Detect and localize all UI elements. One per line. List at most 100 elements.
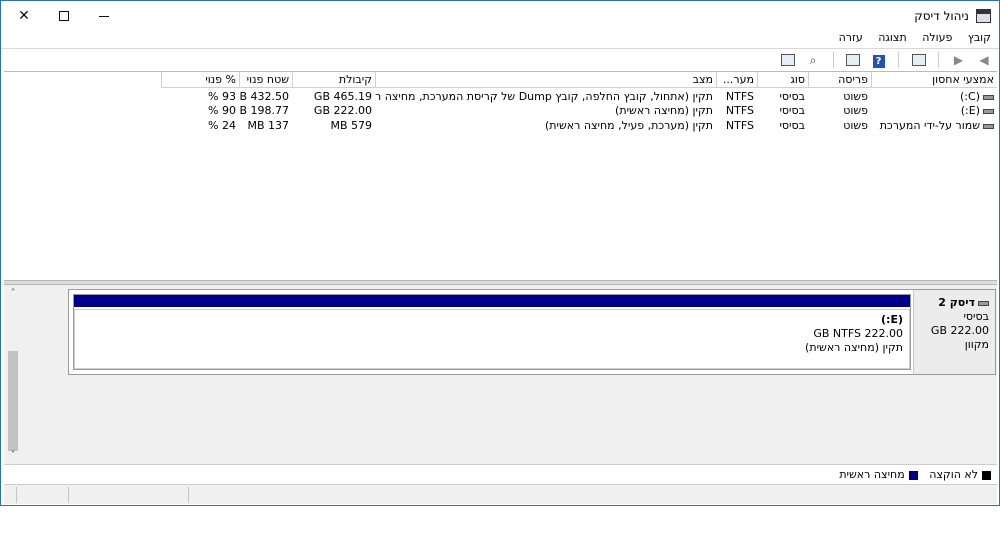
- menu-file[interactable]: קובץ: [968, 30, 991, 46]
- volume-type: בסיסי: [779, 90, 805, 103]
- legend-label: לא הוקצה: [929, 468, 978, 481]
- partition-status: תקין (מחיצה ראשית): [805, 341, 903, 354]
- console-tree-icon: [911, 54, 926, 66]
- volume-status: תקין (מערכת, פעיל, מחיצה ראשית): [544, 119, 713, 132]
- magnifier-icon: ⌕: [809, 53, 817, 67]
- column-header-status[interactable]: מצב: [375, 72, 716, 88]
- menu-bar: קובץ פעולה תצוגה עזרה: [1, 30, 999, 48]
- partition-block[interactable]: (E:) 222.00 GB NTFS תקין (מחיצה ראשית): [73, 294, 911, 370]
- disk-name-line: דיסק 2: [914, 296, 989, 310]
- volume-percent-free: 90 %: [208, 104, 236, 117]
- legend-swatch-primary: [908, 470, 918, 480]
- volume-status: תקין (מחיצה ראשית): [615, 104, 713, 117]
- show-list-button[interactable]: [779, 52, 797, 68]
- legend-label: מחיצה ראשית: [839, 468, 905, 481]
- disk-row: דיסק 2 בסיסי 222.00 GB מקוון (E:) 222.00…: [68, 289, 996, 375]
- title-bar: ✕ ניהול דיסק: [1, 1, 999, 31]
- column-header-type[interactable]: סוג: [757, 72, 808, 88]
- volume-free-space: 137 MB: [247, 119, 289, 132]
- properties-button[interactable]: [844, 52, 862, 68]
- volume-name-label: (E:): [960, 104, 980, 117]
- volume-filesystem: NTFS: [725, 119, 754, 132]
- disk-state: מקוון: [964, 338, 989, 351]
- volume-list: אמצעי אחסון פריסה סוג מער... מצב קיבולת …: [4, 71, 997, 281]
- legend-unallocated: לא הוקצה: [929, 465, 991, 485]
- volume-percent-free: 93 %: [208, 90, 236, 103]
- chevron-up-icon: ˄: [10, 288, 16, 299]
- toolbar-separator: [898, 52, 899, 68]
- volume-free-space: 432.50 GB: [239, 90, 289, 103]
- menu-help[interactable]: עזרה: [839, 30, 863, 46]
- list-view-icon: [780, 54, 795, 66]
- legend-swatch-unallocated: [982, 470, 991, 480]
- volume-filesystem: NTFS: [725, 90, 754, 103]
- volume-name[interactable]: (C:): [871, 90, 997, 104]
- status-divider: [68, 487, 69, 503]
- window-title: ניהול דיסק: [914, 9, 969, 23]
- volume-filesystem: NTFS: [725, 104, 754, 117]
- column-header-volume[interactable]: אמצעי אחסון: [871, 72, 997, 88]
- scroll-down-button[interactable]: ˅: [6, 449, 20, 463]
- column-header-free-space[interactable]: שטח פנוי: [239, 72, 292, 88]
- disk-name: דיסק 2: [938, 296, 975, 309]
- maximize-icon: [59, 11, 69, 21]
- toolbar: ◀ ▶ ? ⌕: [1, 48, 999, 71]
- volume-layout: פשוט: [843, 119, 868, 132]
- status-divider: [16, 487, 17, 503]
- partition-size: 222.00 GB NTFS: [813, 327, 903, 340]
- volume-free-space: 198.77 GB: [239, 104, 289, 117]
- volume-percent-free: 24 %: [208, 119, 236, 132]
- console-tree-button[interactable]: [910, 52, 928, 68]
- column-header-filesystem[interactable]: מער...: [716, 72, 757, 88]
- properties-icon: [846, 54, 860, 66]
- disk-graphical-view: ˄ ˅ דיסק 2 בסיסי 222.00 GB מקוון (E:) 22…: [4, 285, 997, 467]
- volume-name-label: (C:): [960, 90, 980, 103]
- menu-view[interactable]: תצוגה: [878, 30, 906, 46]
- chevron-down-icon: ˅: [10, 450, 16, 461]
- volume-icon: [983, 123, 994, 129]
- toolbar-separator: [832, 52, 834, 68]
- scroll-up-button[interactable]: ˄: [6, 287, 20, 301]
- menu-action[interactable]: פעולה: [922, 30, 952, 46]
- vertical-scrollbar[interactable]: ˄ ˅: [6, 287, 20, 463]
- volume-name-label: שמור על-ידי המערכת: [879, 119, 980, 132]
- disk-management-window: ✕ ניהול דיסק קובץ פעולה תצוגה עזרה ◀ ▶ ?…: [0, 0, 1000, 506]
- volume-icon: [983, 94, 994, 100]
- minimize-button[interactable]: [81, 1, 127, 31]
- primary-partition-bar: [74, 295, 910, 307]
- disk-label[interactable]: דיסק 2 בסיסי 222.00 GB מקוון: [913, 290, 995, 374]
- partition-name: (E:): [881, 313, 903, 326]
- rescan-disks-button[interactable]: ⌕: [804, 52, 822, 68]
- volume-layout: פשוט: [843, 104, 868, 117]
- volume-type: בסיסי: [779, 119, 805, 132]
- status-divider: [188, 487, 189, 503]
- volume-name[interactable]: (E:): [871, 104, 997, 118]
- volume-capacity: 579 MB: [330, 119, 372, 132]
- arrow-left-icon: ◀: [979, 53, 989, 67]
- volume-type: בסיסי: [779, 104, 805, 117]
- status-bar: [4, 484, 997, 504]
- arrow-right-icon: ▶: [953, 53, 964, 67]
- column-header-percent-free[interactable]: % פנוי: [161, 72, 239, 88]
- volume-icon: [983, 108, 994, 114]
- column-header-layout[interactable]: פריסה: [808, 72, 871, 88]
- volume-status: תקין (אתחול, קובץ החלפה, קובץ Dump של קר…: [375, 90, 713, 103]
- help-icon: ?: [872, 55, 885, 68]
- disk-management-app-icon: [976, 9, 991, 23]
- legend: לא הוקצה מחיצה ראשית: [4, 464, 997, 484]
- scrollbar-thumb[interactable]: [8, 351, 18, 451]
- disk-size: 222.00 GB: [930, 324, 989, 337]
- partition-details: (E:) 222.00 GB NTFS תקין (מחיצה ראשית): [74, 309, 910, 369]
- toolbar-separator: [938, 52, 939, 68]
- disk-type: בסיסי: [963, 310, 989, 323]
- column-header-capacity[interactable]: קיבולת: [292, 72, 375, 88]
- help-button[interactable]: ?: [870, 52, 888, 68]
- volume-capacity: 465.19 GB: [313, 90, 372, 103]
- legend-primary-partition: מחיצה ראשית: [839, 465, 918, 485]
- disk-icon: [978, 300, 989, 306]
- forward-button[interactable]: ▶: [950, 52, 968, 68]
- volume-layout: פשוט: [843, 90, 868, 103]
- volume-capacity: 222.00 GB: [313, 104, 372, 117]
- volume-name[interactable]: שמור על-ידי המערכת: [871, 119, 997, 133]
- back-button[interactable]: ◀: [975, 52, 993, 68]
